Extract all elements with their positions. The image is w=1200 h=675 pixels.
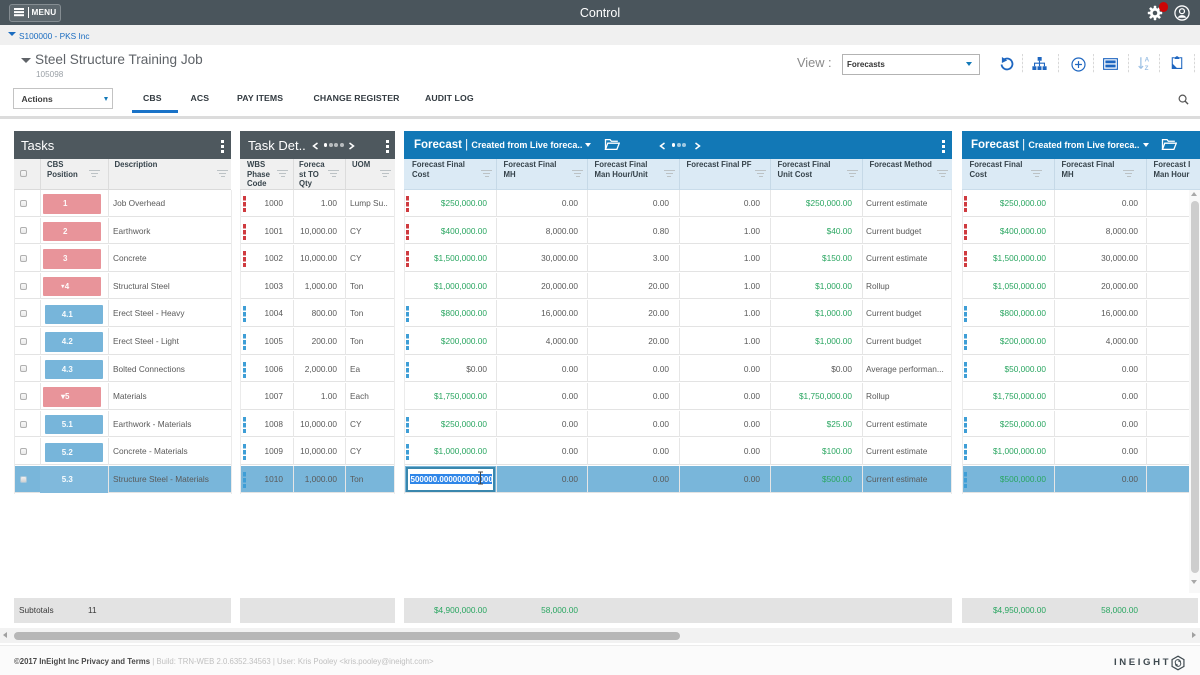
svg-text:Z: Z xyxy=(1145,65,1149,71)
svg-text:A: A xyxy=(1145,57,1150,64)
